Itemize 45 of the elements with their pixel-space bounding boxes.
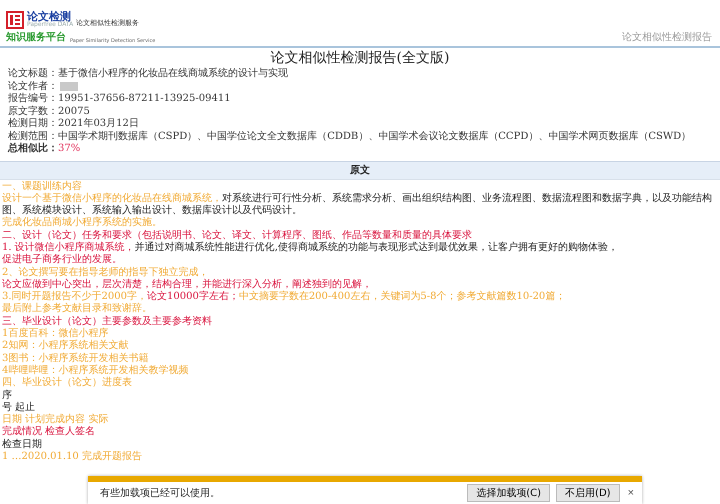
- text-line: 论文应做到中心突出，层次清楚，结构合理，并能进行深入分析，阐述独到的见解，: [2, 278, 373, 290]
- original-text-header: 原文: [0, 160, 720, 180]
- field-label: 论文作者：: [8, 80, 58, 92]
- text-line: 1百度百科：微信小程序: [2, 328, 110, 340]
- text-line: 三、毕业设计（论文）主要参数及主要参考资料: [2, 316, 213, 328]
- field-value: 中国学术期刊数据库（CSPD）、中国学位论文全文数据库（CDDB）、中国学术会议论文数据库（CCPD）、中国学术网页数据库（CSWD）: [58, 130, 692, 143]
- text-line: 一、课题训练内容: [2, 180, 83, 192]
- text-line: 2知网：小程序系统相关文献: [2, 340, 130, 352]
- text-line: 设计一个基于微信小程序的化妆品在线商城系统，对系统进行可行性分析、系统需求分析、画出组织结构图、业务流程图、数据流程图和数据字典，以及功能结构图、系统模块设计、系统输入输出设计、数据库设计以及代码设计。: [2, 192, 713, 216]
- logo-icon: [6, 10, 24, 28]
- notification-message: 有些加载项已经可以使用。: [100, 486, 220, 500]
- field-label: 报告编号：: [8, 93, 58, 106]
- text-line: 序: [2, 390, 13, 402]
- notification-button[interactable]: 选择加载项(C): [467, 484, 550, 502]
- text-line: 3图书：小程序系统开发相关书籍: [2, 352, 150, 364]
- text-line: 检查日期: [2, 438, 43, 452]
- text-line: 完成化妆品商城小程序系统的实施。: [2, 217, 163, 230]
- text-line: 3.同时开题报告不少于2000字，论文10000字左右；中文摘要字数在200-400左右，关键词为5-8个；参考文献篇数10-20篇；: [2, 291, 566, 302]
- page-label: 论文相似性检测报告: [622, 30, 712, 44]
- text-line: 号 起止: [2, 402, 36, 414]
- field-value: 19951-37656-87211-13925-09411: [58, 93, 231, 106]
- total-similarity-label: 总相似比：: [8, 143, 58, 156]
- field-value: 20075: [58, 106, 90, 118]
- logo-tagline: 知识服务平台: [6, 30, 66, 44]
- text-line: 促进电子商务行业的发展。: [2, 254, 123, 266]
- text-line: 四、毕业设计（论文）进度表: [2, 377, 133, 390]
- text-line: 4哔哩哔哩：小程序系统开发相关教学视频: [2, 364, 190, 376]
- logo-title: 论文检测: [27, 11, 71, 22]
- text-line: 1. 设计微信小程序商城系统，并通过对商城系统性能进行优化,使得商城系统的功能与表现形式达到最优效果，让客户拥有更好的购物体验，: [2, 242, 619, 254]
- close-button[interactable]: ×: [626, 487, 636, 499]
- text-line: 2、论文撰写要在指导老师的指导下独立完成，: [2, 266, 210, 278]
- total-similarity-value: 37%: [58, 143, 80, 156]
- field-label: 论文标题：: [8, 68, 58, 80]
- field-value: 2021年03月12日: [58, 118, 139, 130]
- field-label: 检测日期：: [8, 118, 58, 130]
- report-title: 论文相似性检测报告(全文版): [270, 49, 450, 68]
- text-line: 最后附上参考文献目录和致谢辞。: [2, 303, 153, 316]
- text-line: 日期 计划完成内容 实际: [2, 414, 110, 426]
- text-line: 完成情况 检查人签名: [2, 426, 96, 438]
- text-line: 二、设计（论文）任务和要求（包括说明书、论文、译文、计算程序、图纸、作品等数量和质量的具体要求: [2, 230, 473, 242]
- text-line: 1 …2020.01.10 完成开题报告: [2, 451, 143, 464]
- field-value: 基于微信小程序的化妆品在线商城系统的设计与实现: [58, 68, 288, 80]
- field-label: 原文字数：: [8, 106, 58, 118]
- field-label: 检测范围：: [8, 130, 58, 142]
- notification-button[interactable]: 不启用(D): [556, 484, 620, 502]
